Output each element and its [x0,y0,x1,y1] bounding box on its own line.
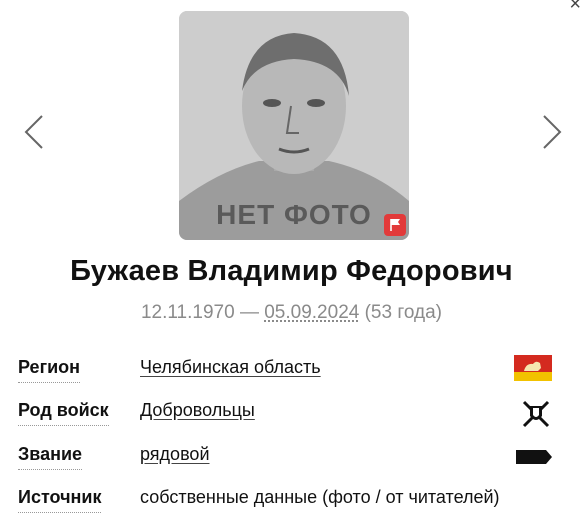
no-photo-label: НЕТ ФОТО [216,199,372,230]
flag-icon [390,219,400,231]
troops-link[interactable]: Добровольцы [140,400,255,421]
life-dates: 12.11.1970 — 05.09.2024 (53 года) [0,302,583,324]
source-row: Источник собственные данные (фото / от ч… [18,487,570,517]
region-flag-icon [514,355,552,381]
source-value: собственные данные (фото / от читателей) [140,487,500,507]
death-date: 05.09.2024 [264,302,360,323]
region-label: Регион [18,357,80,383]
date-separator: — [234,302,265,323]
rank-label: Звание [18,444,83,470]
birth-date: 12.11.1970 [140,302,235,323]
rank-row: Звание рядовой [18,444,570,474]
age: (53 года) [359,302,442,323]
troops-row: Род войск Добровольцы [18,400,570,430]
next-arrow-icon[interactable] [540,112,564,152]
rank-link[interactable]: рядовой [140,444,210,465]
portrait-placeholder: НЕТ ФОТО [179,11,409,240]
region-row: Регион Челябинская область [18,355,570,387]
region-link[interactable]: Челябинская область [140,357,321,378]
report-flag-button[interactable] [384,214,406,236]
previous-arrow-icon[interactable] [22,112,46,152]
person-name: Бужаев Владимир Федорович [70,255,513,287]
source-label: Источник [18,487,102,513]
troops-label: Род войск [18,400,109,426]
crossed-swords-shield-icon [522,400,550,428]
rank-epaulette-icon [516,450,552,464]
close-icon[interactable]: × [569,0,581,14]
